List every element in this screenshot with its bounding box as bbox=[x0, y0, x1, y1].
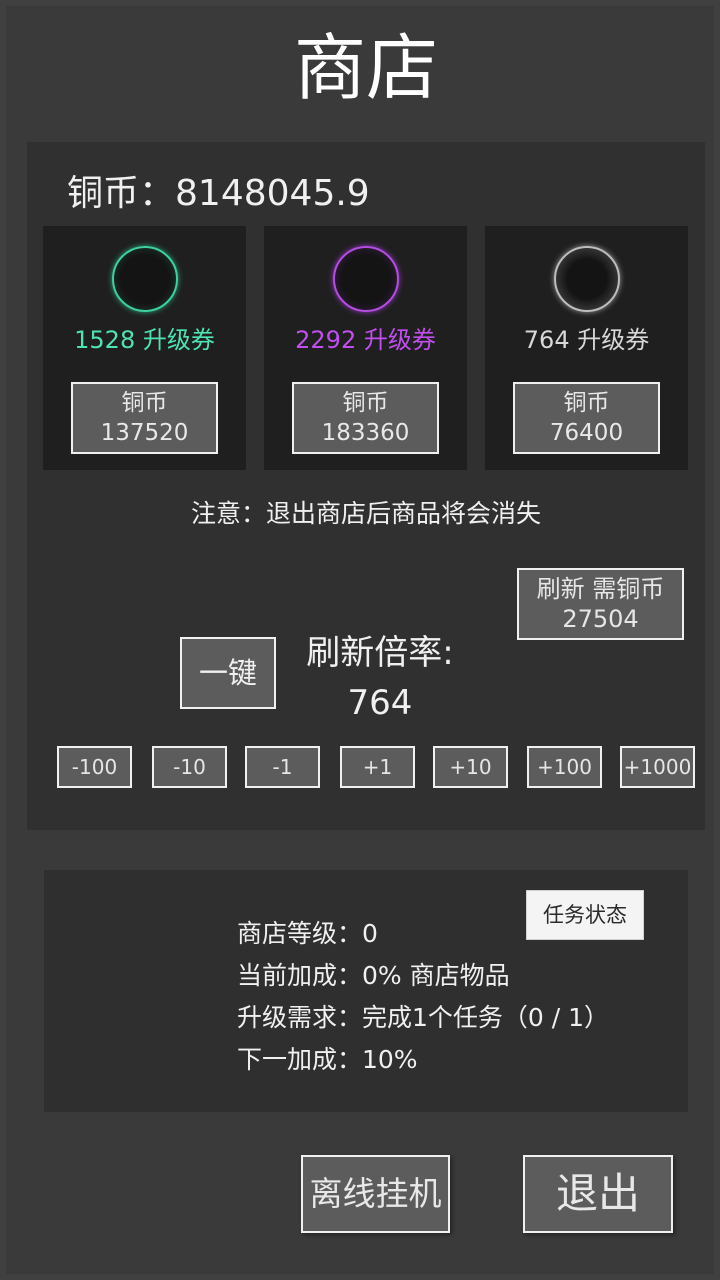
green-orb-icon bbox=[112, 246, 178, 312]
price-currency: 铜币 bbox=[121, 390, 168, 416]
buy-item-3-button[interactable]: 铜币 76400 bbox=[513, 382, 660, 454]
price-value: 183360 bbox=[321, 420, 410, 446]
offline-idle-button[interactable]: 离线挂机 bbox=[301, 1155, 450, 1233]
refresh-label: 刷新 需铜币 bbox=[536, 575, 665, 603]
step-plus-1000-button[interactable]: +1000 bbox=[620, 746, 695, 788]
step-plus-100-button[interactable]: +100 bbox=[527, 746, 602, 788]
item-amount-label: 1528 升级券 bbox=[74, 326, 215, 354]
refresh-button[interactable]: 刷新 需铜币 27504 bbox=[517, 568, 684, 640]
shop-item-3: 764 升级券 铜币 76400 bbox=[485, 226, 688, 470]
next-bonus: 下一加成：10% bbox=[237, 1045, 418, 1074]
shop-level: 商店等级：0 bbox=[237, 919, 378, 948]
price-currency: 铜币 bbox=[563, 390, 610, 416]
step-plus-10-button[interactable]: +10 bbox=[433, 746, 508, 788]
price-currency: 铜币 bbox=[342, 390, 389, 416]
price-value: 76400 bbox=[549, 420, 624, 446]
step-plus-1-button[interactable]: +1 bbox=[340, 746, 415, 788]
refresh-rate-value: 764 bbox=[347, 683, 413, 723]
refresh-rate-label: 刷新倍率: bbox=[306, 633, 454, 673]
purple-orb-icon bbox=[333, 246, 399, 312]
shop-notice: 注意：退出商店后商品将会消失 bbox=[190, 499, 541, 528]
buy-item-2-button[interactable]: 铜币 183360 bbox=[292, 382, 439, 454]
coin-balance: 铜币：8148045.9 bbox=[67, 164, 370, 216]
shop-item-2: 2292 升级券 铜币 183360 bbox=[264, 226, 467, 470]
coins-label: 铜币： bbox=[67, 173, 176, 214]
page-title: 商店 bbox=[293, 26, 438, 110]
one-key-button[interactable]: 一键 bbox=[180, 637, 276, 709]
step-minus-10-button[interactable]: -10 bbox=[152, 746, 227, 788]
gray-orb-icon bbox=[554, 246, 620, 312]
item-amount-label: 2292 升级券 bbox=[295, 326, 436, 354]
coins-value: 8148045.9 bbox=[175, 173, 370, 214]
current-bonus: 当前加成：0% 商店物品 bbox=[237, 961, 510, 990]
buy-item-1-button[interactable]: 铜币 137520 bbox=[71, 382, 218, 454]
exit-button[interactable]: 退出 bbox=[523, 1155, 673, 1233]
shop-panel: 铜币：8148045.9 1528 升级券 铜币 137520 2292 升级券… bbox=[27, 142, 705, 830]
item-amount-label: 764 升级券 bbox=[523, 326, 650, 354]
shop-level-panel: 任务状态 商店等级：0 当前加成：0% 商店物品 升级需求：完成1个任务（0 /… bbox=[44, 870, 688, 1112]
step-minus-100-button[interactable]: -100 bbox=[57, 746, 132, 788]
price-value: 137520 bbox=[100, 420, 189, 446]
shop-item-1: 1528 升级券 铜币 137520 bbox=[43, 226, 246, 470]
task-status-button[interactable]: 任务状态 bbox=[526, 890, 644, 940]
refresh-cost: 27504 bbox=[562, 605, 639, 633]
app-frame: 商店 铜币：8148045.9 1528 升级券 铜币 137520 2292 … bbox=[0, 0, 720, 1280]
upgrade-requirement: 升级需求：完成1个任务（0 / 1） bbox=[237, 1003, 610, 1032]
step-minus-1-button[interactable]: -1 bbox=[245, 746, 320, 788]
